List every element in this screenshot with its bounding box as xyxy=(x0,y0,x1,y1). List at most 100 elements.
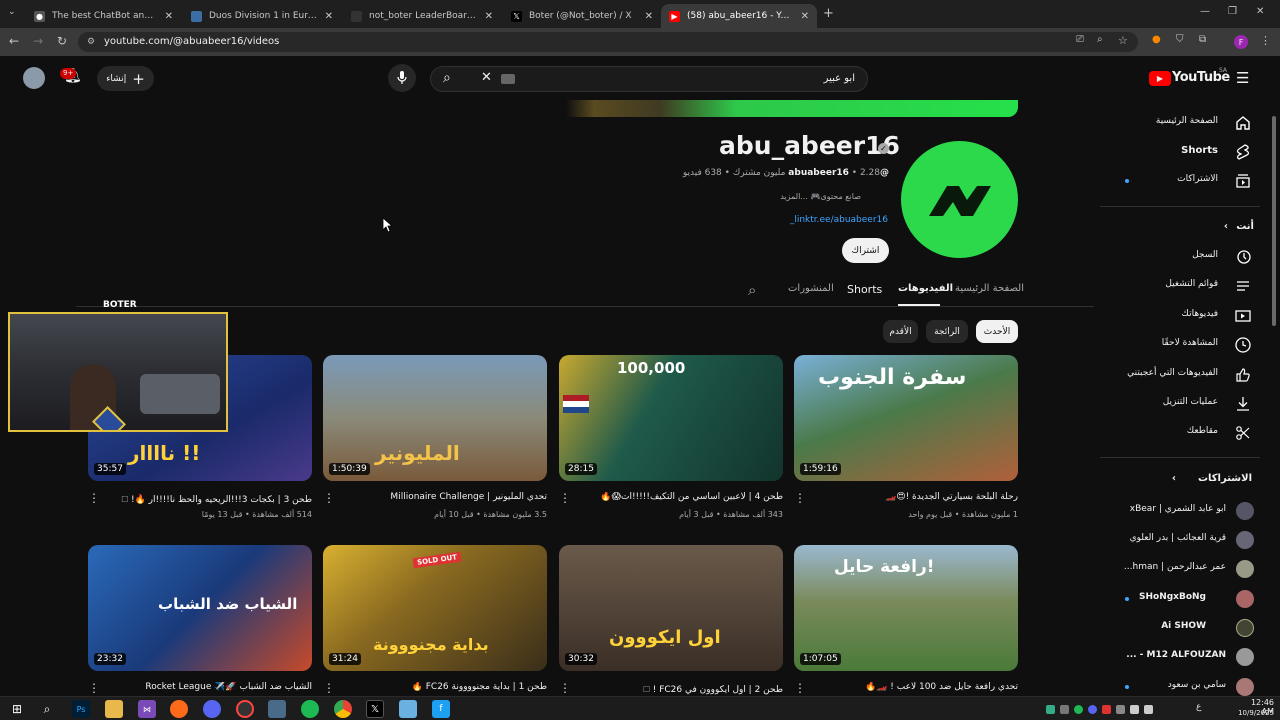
x-app-icon[interactable]: 𝕏 xyxy=(366,700,384,718)
sidebar-sub-item[interactable]: قرية العجائب | بدر العلوي xyxy=(1100,526,1272,554)
search-icon[interactable]: ⌕ xyxy=(443,70,451,86)
browser-tab-4[interactable]: 𝕏 Boter (@Not_boter) / X ✕ xyxy=(503,4,661,28)
browser-tab-1[interactable]: ● The best ChatBot and Widgets ✕ xyxy=(26,4,181,28)
file-explorer-app-icon[interactable] xyxy=(105,700,123,718)
forward-icon[interactable]: → xyxy=(33,34,43,48)
visual-studio-app-icon[interactable]: ⋈ xyxy=(138,700,156,718)
close-tab-icon[interactable]: ✕ xyxy=(485,11,493,22)
site-info-icon[interactable]: ⚙ xyxy=(87,32,95,52)
tray-icon[interactable] xyxy=(1074,704,1083,714)
sidebar-item-downloads[interactable]: عمليات التنزيل xyxy=(1100,390,1272,418)
volume-icon[interactable] xyxy=(1144,704,1153,714)
video-thumbnail[interactable]: 100,000 28:15 xyxy=(559,355,783,481)
firefox-app-icon[interactable] xyxy=(170,700,188,718)
browser-tab-3[interactable]: not_boter LeaderBoard | The best ✕ xyxy=(343,4,501,28)
discord-app-icon[interactable] xyxy=(203,700,221,718)
extensions-puzzle-icon[interactable]: ⧉ xyxy=(1199,34,1206,45)
video-menu-icon[interactable]: ⋮ xyxy=(794,681,806,695)
video-menu-icon[interactable]: ⋮ xyxy=(323,491,335,505)
tab-shorts[interactable]: Shorts xyxy=(847,283,882,296)
sidebar-scrollbar[interactable] xyxy=(1272,116,1276,326)
video-title[interactable]: طحن 4 | لاعبين اساسي من التكيف!!!!!ات😱🔥 xyxy=(577,492,783,502)
sidebar-item-your-videos[interactable]: فيديوهاتك xyxy=(1100,302,1272,330)
sidebar-item-clips[interactable]: مقاطعك xyxy=(1100,419,1272,447)
sidebar-subscriptions-header[interactable]: الاشتراكات ‹ xyxy=(1100,466,1272,494)
create-button[interactable]: إنشاء + xyxy=(97,66,154,91)
tray-icon[interactable] xyxy=(1102,704,1111,714)
account-avatar[interactable] xyxy=(23,67,45,89)
obs-app-icon[interactable] xyxy=(236,700,254,718)
app-icon[interactable] xyxy=(399,700,417,718)
filter-oldest-chip[interactable]: الأقدم xyxy=(883,320,918,343)
sidebar-sub-item[interactable]: Ai SHOW xyxy=(1100,614,1272,642)
clear-search-icon[interactable]: ✕ xyxy=(481,70,492,85)
keyboard-icon[interactable] xyxy=(501,74,515,84)
sidebar-item-playlists[interactable]: قوائم التشغيل xyxy=(1100,272,1272,300)
filter-popular-chip[interactable]: الرائجة xyxy=(926,320,968,343)
video-thumbnail[interactable]: سفرة الجنوب 1:59:16 xyxy=(794,355,1018,481)
tray-icon[interactable] xyxy=(1046,704,1055,714)
video-menu-icon[interactable]: ⋮ xyxy=(794,491,806,505)
sidebar-sub-item[interactable]: M12 ALFOUZAN - ... xyxy=(1100,643,1272,671)
close-tab-icon[interactable]: ✕ xyxy=(645,11,653,22)
sidebar-item-home[interactable]: الصفحة الرئيسية xyxy=(1100,109,1272,137)
tray-icon[interactable] xyxy=(1088,704,1097,714)
browser-tab-2[interactable]: Duos Division 1 in Europe: Session ✕ xyxy=(183,4,341,28)
sidebar-sub-item[interactable]: عمر عبدالرحمن | hman... xyxy=(1100,555,1272,583)
windows-start-icon[interactable]: ⊞ xyxy=(8,700,26,718)
filter-latest-chip[interactable]: الأحدث xyxy=(976,320,1018,343)
clock-date[interactable]: 10/9/2025 xyxy=(1238,709,1274,717)
photoshop-app-icon[interactable]: Ps xyxy=(72,700,90,718)
back-icon[interactable]: ← xyxy=(9,34,19,48)
video-thumbnail[interactable]: اول ايكووون 30:32 xyxy=(559,545,783,671)
guide-menu-icon[interactable]: ☰ xyxy=(1236,69,1249,87)
taskbar-search-icon[interactable]: ⌕ xyxy=(38,700,56,718)
voice-search-button[interactable] xyxy=(388,64,416,92)
reload-icon[interactable]: ↻ xyxy=(57,34,67,48)
app-icon[interactable]: f xyxy=(432,700,450,718)
close-tab-icon[interactable]: ✕ xyxy=(801,11,809,22)
extension-icon[interactable]: ● xyxy=(1152,34,1161,45)
subscribe-button[interactable]: اشتراك xyxy=(842,238,889,263)
sidebar-item-shorts[interactable]: Shorts xyxy=(1100,138,1272,166)
zoom-icon[interactable]: ⌕ xyxy=(1097,34,1103,45)
video-title[interactable]: طحن 3 | بكجات 3!!!الريحيه والحظ نا!!!!ار… xyxy=(106,492,312,508)
browser-menu-icon[interactable]: ⋮ xyxy=(1260,34,1271,47)
close-window-icon[interactable]: ✕ xyxy=(1256,6,1264,17)
input-language[interactable]: ع xyxy=(1196,702,1201,712)
video-menu-icon[interactable]: ⋮ xyxy=(88,491,100,505)
channel-search-icon[interactable]: ⌕ xyxy=(748,281,756,299)
wifi-icon[interactable] xyxy=(1130,704,1139,714)
sidebar-item-history[interactable]: السجل xyxy=(1100,243,1272,271)
shield-extension-icon[interactable]: ⛉ xyxy=(1176,34,1184,45)
sidebar-you-header[interactable]: أنت ‹ xyxy=(1100,214,1272,242)
new-tab-icon[interactable]: + xyxy=(823,6,834,21)
tab-search-icon[interactable]: ⌄ xyxy=(8,7,16,17)
sidebar-item-liked-videos[interactable]: الفيديوهات التي أعجبتني xyxy=(1100,361,1272,389)
maximize-icon[interactable]: ❐ xyxy=(1228,6,1237,17)
url-field[interactable]: ⚙ youtube.com/@abuabeer16/videos xyxy=(78,32,1138,52)
bookmark-star-icon[interactable]: ☆ xyxy=(1118,34,1128,47)
sidebar-sub-item[interactable]: ابو عابد الشمري | xBear xyxy=(1100,497,1272,525)
video-menu-icon[interactable]: ⋮ xyxy=(559,491,571,505)
tab-videos[interactable]: الفيديوهات xyxy=(898,283,953,294)
close-tab-icon[interactable]: ✕ xyxy=(325,11,333,22)
tab-home[interactable]: الصفحة الرئيسية xyxy=(955,283,1024,294)
video-thumbnail[interactable]: بداية مجنووونة SOLD OUT 31:24 xyxy=(323,545,547,671)
video-title[interactable]: تحدي المليونير | Millionaire Challenge xyxy=(341,492,547,502)
video-menu-icon[interactable]: ⋮ xyxy=(559,681,571,695)
search-input[interactable]: ابو عبير xyxy=(824,73,855,84)
video-title[interactable]: طحن 1 | بداية مجنوووونة FC26 🔥 xyxy=(341,682,547,692)
sidebar-item-watch-later[interactable]: المشاهدة لاحقًا xyxy=(1100,331,1272,359)
video-thumbnail[interactable]: رافعة حايل! 1:07:05 xyxy=(794,545,1018,671)
channel-description[interactable]: صانع محتوى🎮 ...المزيد xyxy=(706,192,861,201)
chrome-app-icon[interactable] xyxy=(334,700,352,718)
video-title[interactable]: الشياب ضد الشباب 🚀✈️ Rocket League xyxy=(106,682,312,692)
video-title[interactable]: رحلة البلحة بسيارتي الجديدة !😍🏎️ xyxy=(812,492,1018,502)
video-title[interactable]: تحدي رافعة حايل ضد 100 لاعب ! 🏎️🔥 xyxy=(812,682,1018,692)
browser-tab-5-active[interactable]: ▶ (58) abu_abeer16 - YouTube ✕ xyxy=(661,4,817,28)
video-menu-icon[interactable]: ⋮ xyxy=(323,681,335,695)
close-tab-icon[interactable]: ✕ xyxy=(165,11,173,22)
app-icon[interactable] xyxy=(268,700,286,718)
profile-avatar[interactable]: F xyxy=(1234,35,1248,49)
